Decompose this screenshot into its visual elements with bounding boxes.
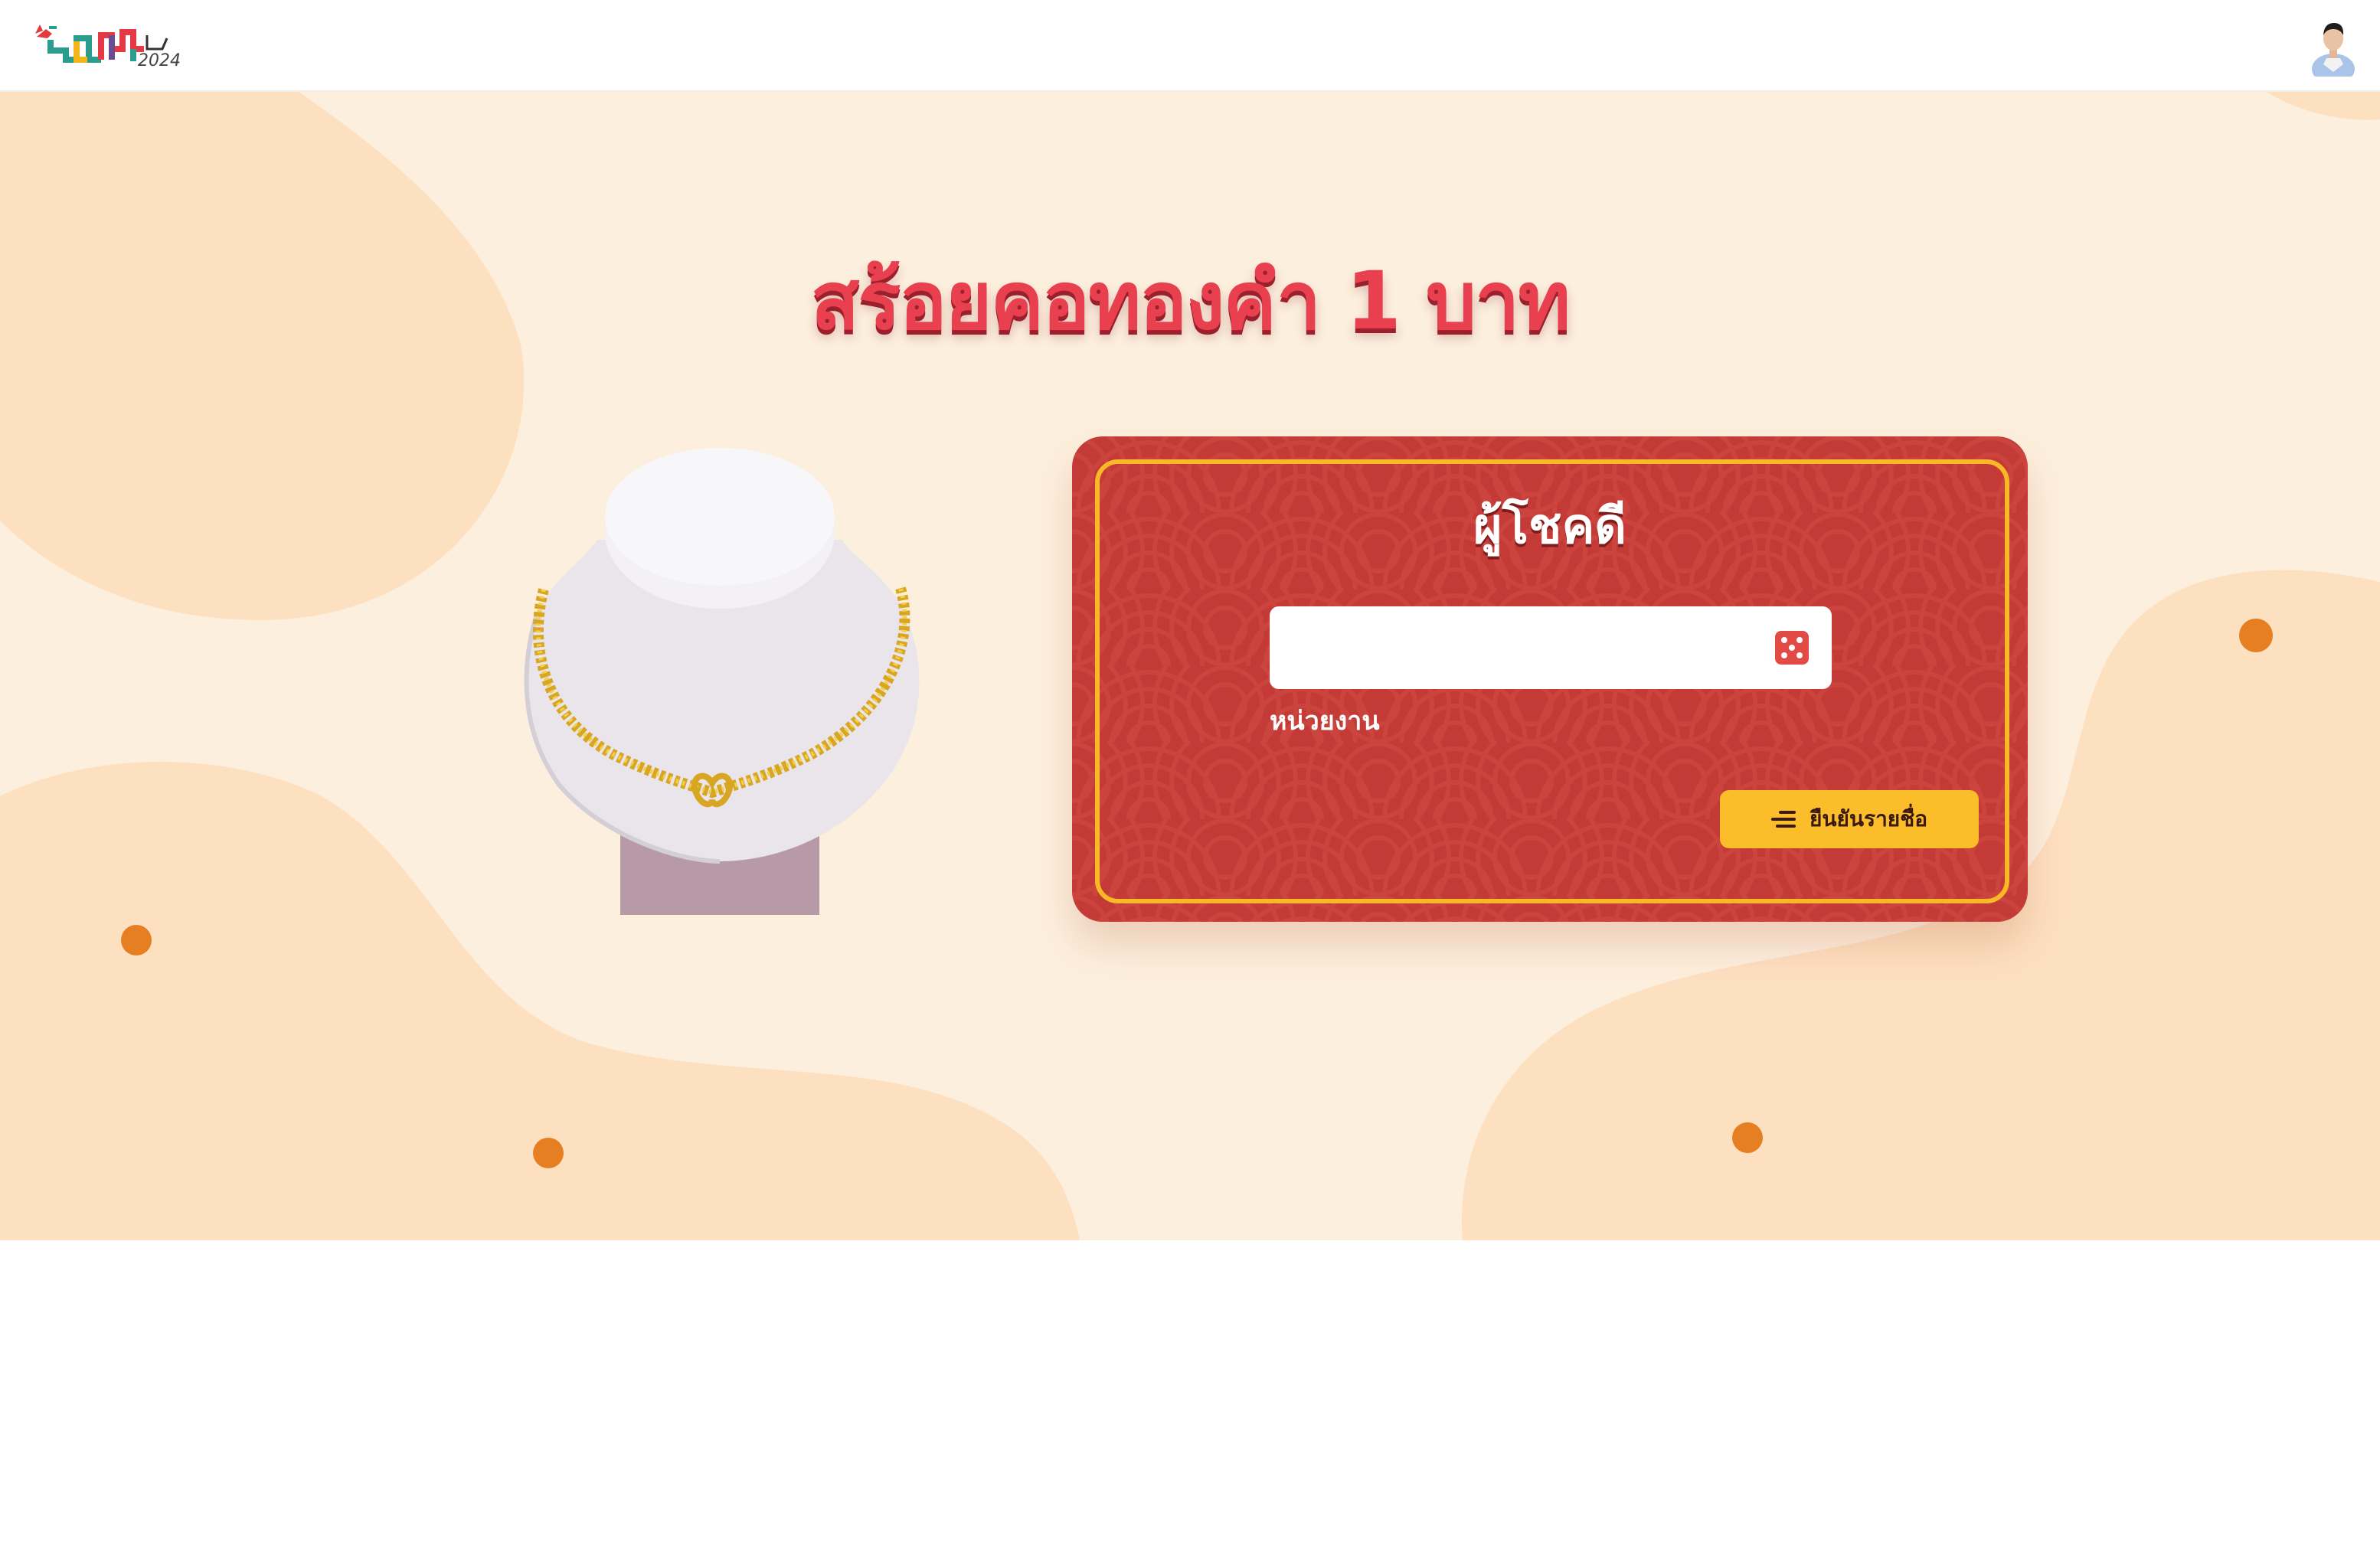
card-heading: ผู้โชคดี [1473,498,1626,555]
prize-stage: สร้อยคอทองคำ 1 บาท ผู้โชคดี หน่วยงาน ยืน… [0,92,2380,1240]
top-bar: 2024 [0,0,2380,92]
winner-input[interactable] [1270,606,1832,689]
dice-icon[interactable] [1775,631,1809,665]
gold-necklace-image [490,440,934,915]
confirm-winner-button[interactable]: ยืนยันรายชื่อ [1720,790,1979,848]
user-avatar[interactable] [2310,14,2357,77]
list-icon [1770,811,1796,828]
prize-title: สร้อยคอทองคำ 1 บาท [810,254,1571,348]
department-label: หน่วยงาน [1270,706,1380,737]
event-logo[interactable]: 2024 [32,15,193,77]
confirm-button-label: ยืนยันรายชื่อ [1809,806,1928,831]
winner-card: ผู้โชคดี หน่วยงาน ยืนยันรายชื่อ [1072,436,2028,922]
svg-text:2024: 2024 [138,51,181,70]
